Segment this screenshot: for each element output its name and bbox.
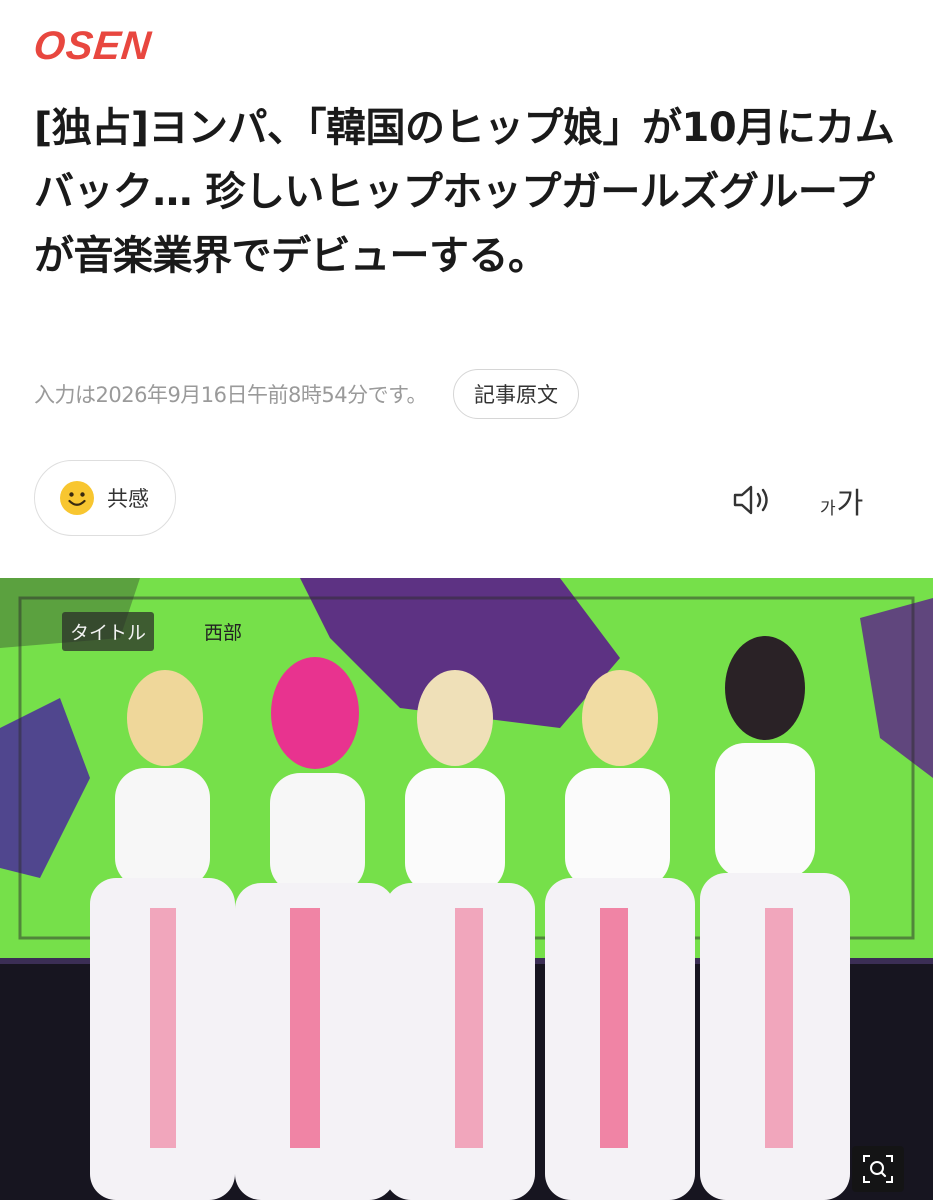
empathy-label: 共感 [107, 487, 149, 511]
original-article-label: 記事原文 [474, 383, 559, 407]
publish-date: 入力は2026年9月16日午前8時54分です。 [34, 383, 428, 407]
zoom-icon [863, 1155, 893, 1183]
original-article-button[interactable]: 記事原文 [453, 369, 580, 419]
empathy-button[interactable]: 共感 [34, 460, 176, 536]
logo-text: OSEN [31, 24, 154, 68]
photo-tag-west: 西部 [204, 622, 243, 644]
font-size-small-label: 가 [820, 499, 836, 519]
zoom-photo-button[interactable] [852, 1146, 904, 1192]
article-meta: 入力は2026年9月16日午前8時54分です。 記事原文 [34, 368, 580, 420]
font-size-button[interactable]: 가 가 [820, 476, 863, 520]
read-aloud-button[interactable] [730, 480, 776, 520]
smiley-face-icon [60, 481, 94, 515]
article-photo[interactable] [0, 578, 933, 1200]
speaker-icon [733, 485, 768, 515]
article-headline: [独占]ヨンパ、「韓国のヒップ娘」が10月にカムバック… 珍しいヒップホップガー… [34, 105, 895, 279]
osen-logo[interactable]: OSEN [31, 22, 154, 70]
article-photo-graphic [0, 578, 933, 1200]
font-size-large-label: 가 [836, 486, 864, 520]
photo-tag-title: タイトル [62, 612, 155, 651]
